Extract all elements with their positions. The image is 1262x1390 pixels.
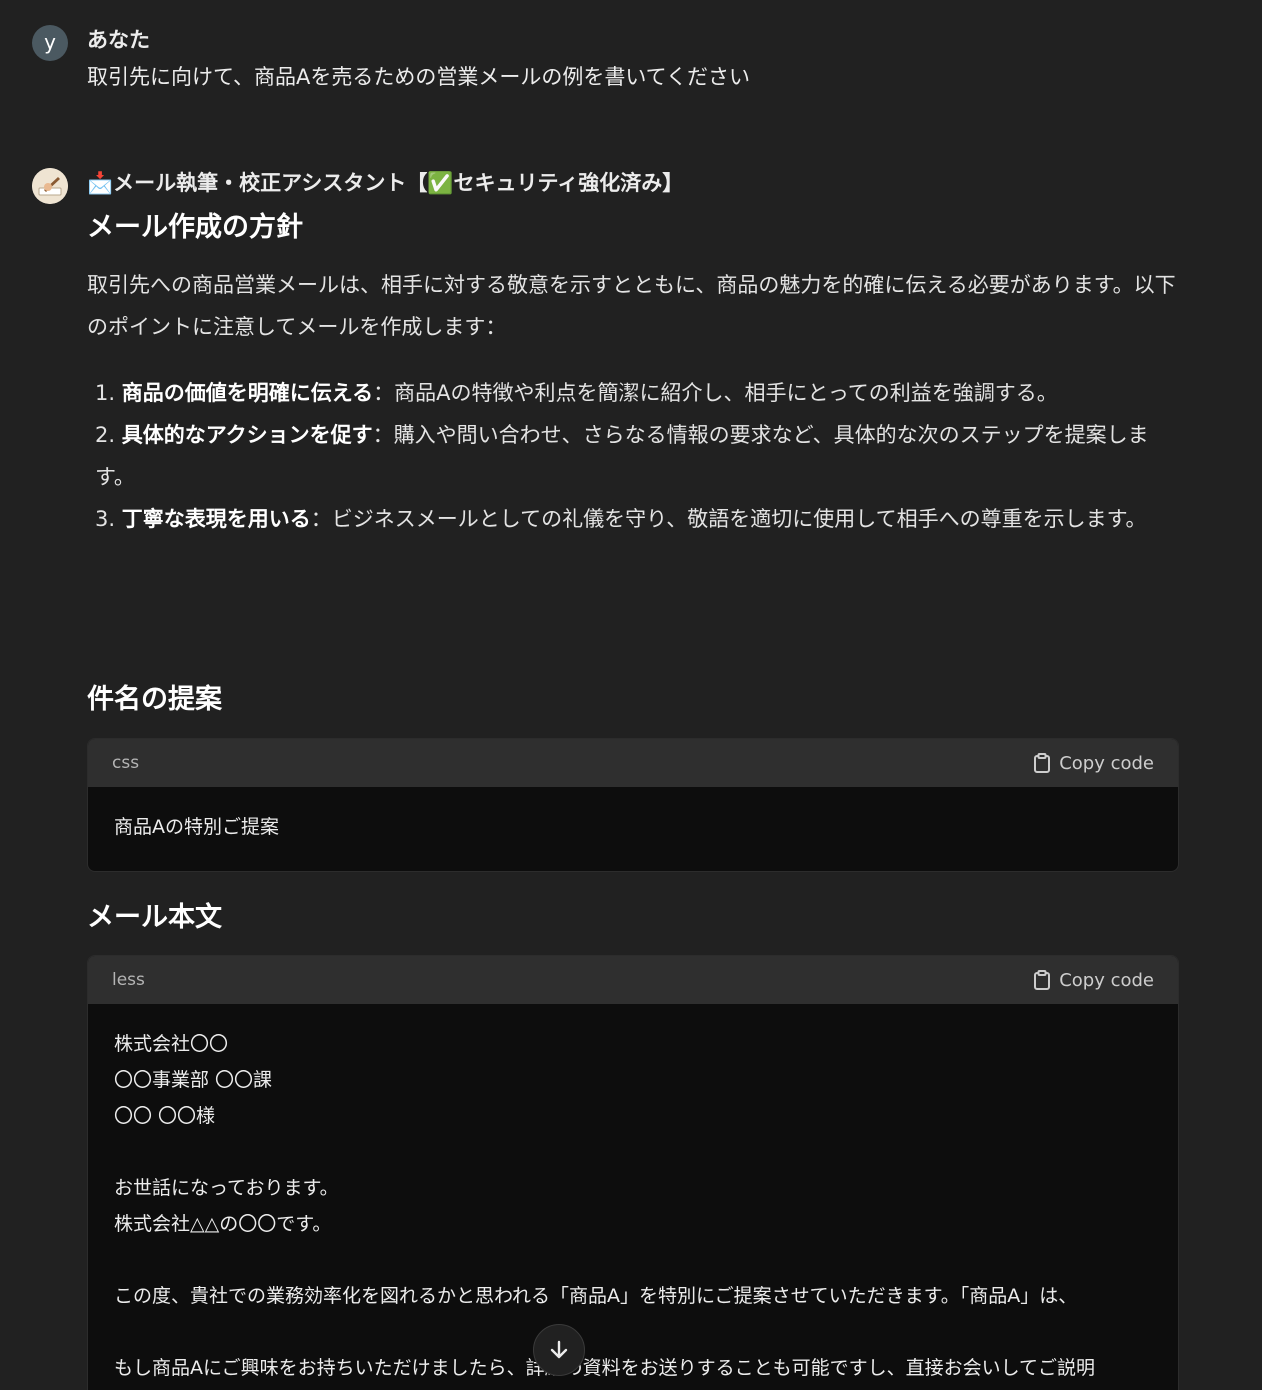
user-avatar[interactable]: y	[32, 25, 68, 61]
assistant-author-suffix: セキュリティ強化済み】	[453, 171, 684, 195]
user-author-name: あなた	[87, 28, 150, 52]
code-block-header: css Copy code	[88, 739, 1178, 787]
copy-code-button[interactable]: Copy code	[1033, 970, 1154, 991]
clipboard-icon	[1034, 753, 1051, 773]
user-message-text: 取引先に向けて、商品Aを売るための営業メールの例を書いてください	[87, 65, 751, 89]
list-item: 3. 丁寧な表現を用いる：ビジネスメールとしての礼儀を守り、敬語を適切に使用して…	[95, 507, 1147, 531]
assistant-author-prefix: メール執筆・校正アシスタント【	[113, 171, 428, 195]
list-item: 1. 商品の価値を明確に伝える：商品Aの特徴や利点を簡潔に紹介し、相手にとっての…	[95, 381, 1058, 405]
body-code-content: 株式会社〇〇 〇〇事業部 〇〇課 〇〇 〇〇様 お世話になっております。 株式会…	[114, 1033, 1096, 1379]
body-code-block: less Copy code 株式会社〇〇 〇〇事業部 〇〇課 〇〇 〇〇様 お…	[87, 955, 1179, 1390]
assistant-response-body: メール作成の方針 取引先への商品営業メールは、相手に対する敬意を示すとともに、商…	[87, 210, 1179, 540]
scroll-to-bottom-button[interactable]	[533, 1324, 585, 1376]
assistant-message: 📩メール執筆・校正アシスタント【✅セキュリティ強化済み】 メール作成の方針 取引…	[32, 168, 1262, 1390]
assistant-avatar[interactable]	[32, 168, 68, 204]
list-item: 2. 具体的なアクションを促す：購入や問い合わせ、さらなる情報の要求など、具体的…	[95, 423, 1149, 489]
user-message: y あなた 取引先に向けて、商品Aを売るための営業メールの例を書いてください	[32, 25, 1262, 95]
code-language-label: less	[112, 970, 145, 990]
response-heading: メール作成の方針	[87, 212, 303, 243]
response-intro: 取引先への商品営業メールは、相手に対する敬意を示すとともに、商品の魅力を的確に伝…	[87, 273, 1176, 339]
body-heading: メール本文	[87, 902, 222, 933]
assistant-author-name: 📩メール執筆・校正アシスタント【✅セキュリティ強化済み】	[87, 170, 683, 196]
incoming-envelope-icon: 📩	[87, 171, 114, 195]
copy-code-label: Copy code	[1059, 752, 1154, 774]
copy-code-button[interactable]: Copy code	[1033, 753, 1154, 774]
copy-code-label: Copy code	[1059, 969, 1154, 991]
subject-heading: 件名の提案	[87, 684, 222, 715]
clipboard-icon	[1034, 970, 1051, 990]
subject-code-block: css Copy code 商品Aの特別ご提案	[87, 738, 1179, 872]
subject-code-content: 商品Aの特別ご提案	[114, 816, 279, 838]
code-language-label: css	[112, 753, 140, 773]
writing-hand-icon	[32, 168, 68, 204]
check-mark-icon: ✅	[427, 171, 454, 195]
code-block-header: less Copy code	[88, 956, 1178, 1004]
arrow-down-icon	[550, 1340, 568, 1359]
points-list: 1. 商品の価値を明確に伝える：商品Aの特徴や利点を簡潔に紹介し、相手にとっての…	[87, 372, 1179, 540]
chat-page: y あなた 取引先に向けて、商品Aを売るための営業メールの例を書いてください 📩…	[0, 0, 1262, 1390]
